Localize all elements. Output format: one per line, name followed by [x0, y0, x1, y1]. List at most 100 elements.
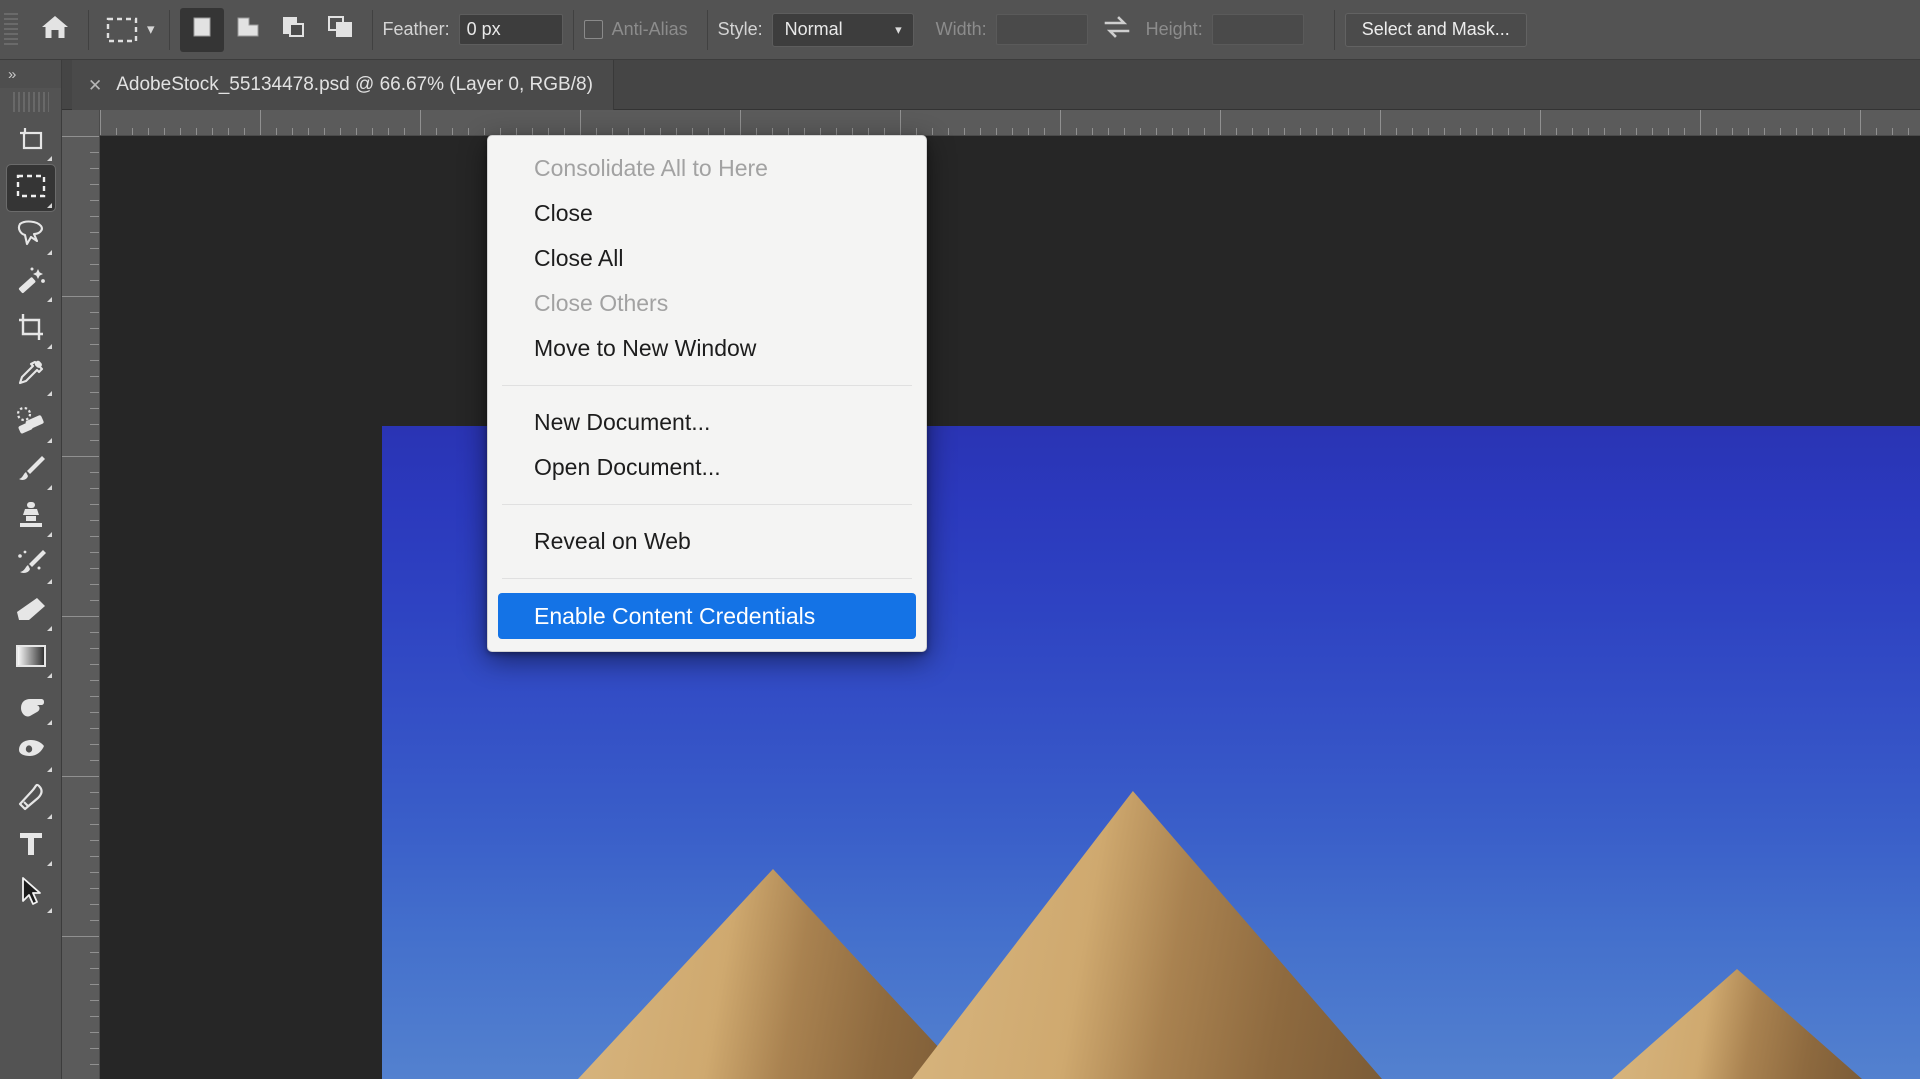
- tool-group-indicator: [47, 344, 52, 349]
- menu-item-close[interactable]: Close: [488, 191, 926, 236]
- add-to-selection-button[interactable]: [226, 8, 270, 52]
- ruler-tick: [404, 128, 405, 135]
- menu-item-move-to-new-window[interactable]: Move to New Window: [488, 326, 926, 371]
- add-to-selection-icon: [234, 14, 262, 45]
- sidebar-item-pen-tool[interactable]: [7, 776, 55, 822]
- ruler-tick: [1124, 128, 1125, 135]
- menu-item-open-document[interactable]: Open Document...: [488, 445, 926, 490]
- sidebar-item-lasso-tool[interactable]: [7, 212, 55, 258]
- ruler-tick: [740, 110, 741, 135]
- ruler-tick: [916, 128, 917, 135]
- close-icon[interactable]: ✕: [88, 77, 102, 94]
- options-bar-grip[interactable]: [4, 13, 18, 47]
- menu-item-close-others: Close Others: [488, 281, 926, 326]
- ruler-tick: [516, 128, 517, 135]
- ruler-tick: [90, 872, 99, 873]
- ruler-tick: [836, 128, 837, 135]
- ruler-tick: [90, 392, 99, 393]
- ruler-tick: [90, 376, 99, 377]
- ruler-tick: [90, 168, 99, 169]
- subtract-from-selection-button[interactable]: [272, 8, 316, 52]
- ruler-tick: [90, 440, 99, 441]
- anti-alias-label: Anti-Alias: [612, 19, 688, 40]
- feather-input[interactable]: [459, 14, 563, 45]
- ruler-tick: [628, 128, 629, 135]
- ruler-tick: [1892, 128, 1893, 135]
- pen-icon: [15, 782, 47, 817]
- ruler-tick: [90, 920, 99, 921]
- ruler-tick: [1668, 128, 1669, 135]
- ruler-corner[interactable]: [62, 110, 100, 136]
- eyedropper-icon: [15, 359, 47, 394]
- ruler-tick: [90, 1048, 99, 1049]
- style-select[interactable]: Normal ▾: [772, 13, 914, 47]
- vertical-ruler[interactable]: [62, 136, 100, 1079]
- sidebar-item-brush-tool[interactable]: [7, 447, 55, 493]
- ruler-tick: [852, 128, 853, 135]
- height-input[interactable]: [1212, 14, 1304, 45]
- sidebar-item-history-brush-tool[interactable]: [7, 541, 55, 587]
- menu-item-new-document[interactable]: New Document...: [488, 400, 926, 445]
- new-selection-button[interactable]: [180, 8, 224, 52]
- width-input[interactable]: [996, 14, 1088, 45]
- document-tab[interactable]: ✕ AdobeStock_55134478.psd @ 66.67% (Laye…: [72, 60, 614, 110]
- ruler-tick: [756, 128, 757, 135]
- ruler-tick: [90, 344, 99, 345]
- sidebar-item-blur-tool[interactable]: [7, 682, 55, 728]
- menu-separator-1: [502, 385, 912, 386]
- home-button[interactable]: [32, 8, 78, 52]
- ruler-tick: [90, 184, 99, 185]
- ruler-tick: [1028, 128, 1029, 135]
- sidebar-item-gradient-tool[interactable]: [7, 635, 55, 681]
- ruler-tick: [1476, 128, 1477, 135]
- anti-alias-checkbox[interactable]: [584, 20, 603, 39]
- intersect-selection-button[interactable]: [318, 8, 362, 52]
- select-and-mask-button[interactable]: Select and Mask...: [1345, 13, 1527, 47]
- sidebar-item-eraser-tool[interactable]: [7, 588, 55, 634]
- ruler-tick: [324, 128, 325, 135]
- ruler-tick: [980, 128, 981, 135]
- sidebar-item-clone-stamp-tool[interactable]: [7, 494, 55, 540]
- sidebar-item-dodge-tool[interactable]: [7, 729, 55, 775]
- ruler-tick: [90, 632, 99, 633]
- swap-arrows-icon[interactable]: [1102, 15, 1132, 44]
- ruler-tick: [1812, 128, 1813, 135]
- toolbar-grip[interactable]: [13, 92, 49, 112]
- selection-mode-group: [180, 8, 362, 52]
- tool-group-indicator: [47, 250, 52, 255]
- menu-item-reveal-on-web[interactable]: Reveal on Web: [488, 519, 926, 564]
- sidebar-item-rectangular-marquee-tool[interactable]: [7, 165, 55, 211]
- sidebar-item-spot-healing-brush-tool[interactable]: [7, 400, 55, 446]
- sidebar-item-path-selection-tool[interactable]: [7, 870, 55, 916]
- menu-item-enable-content-credentials[interactable]: Enable Content Credentials: [498, 593, 916, 639]
- ruler-tick: [1268, 128, 1269, 135]
- ruler-tick: [308, 128, 309, 135]
- sidebar-item-eyedropper-tool[interactable]: [7, 353, 55, 399]
- ruler-tick: [90, 584, 99, 585]
- ruler-tick: [1732, 128, 1733, 135]
- tool-preset-picker[interactable]: ▾: [99, 11, 159, 49]
- ruler-tick: [612, 128, 613, 135]
- sidebar-item-crop-tool[interactable]: [7, 306, 55, 352]
- ruler-tick: [90, 312, 99, 313]
- sidebar-item-type-tool[interactable]: [7, 823, 55, 869]
- menu-item-new-document-label: New Document...: [534, 409, 710, 436]
- ruler-tick: [90, 696, 99, 697]
- ruler-tick: [90, 840, 99, 841]
- photoshop-window: ▾: [0, 0, 1920, 1079]
- menu-item-close-all[interactable]: Close All: [488, 236, 926, 281]
- document-tab-title: AdobeStock_55134478.psd @ 66.67% (Layer …: [116, 74, 593, 96]
- ruler-tick: [1220, 110, 1221, 135]
- ruler-tick: [340, 128, 341, 135]
- ruler-tick: [1620, 128, 1621, 135]
- ruler-tick: [644, 128, 645, 135]
- ruler-tick: [90, 824, 99, 825]
- toolbar-collapse-button[interactable]: »: [0, 60, 61, 88]
- ruler-tick: [90, 760, 99, 761]
- sidebar-item-object-selection-tool[interactable]: [7, 259, 55, 305]
- canvas-area[interactable]: [100, 136, 1920, 1079]
- sidebar-item-artboard-frame-tool[interactable]: [7, 118, 55, 164]
- frame-tool-icon: [16, 124, 46, 159]
- horizontal-ruler[interactable]: [62, 110, 1920, 136]
- ruler-tick: [1460, 128, 1461, 135]
